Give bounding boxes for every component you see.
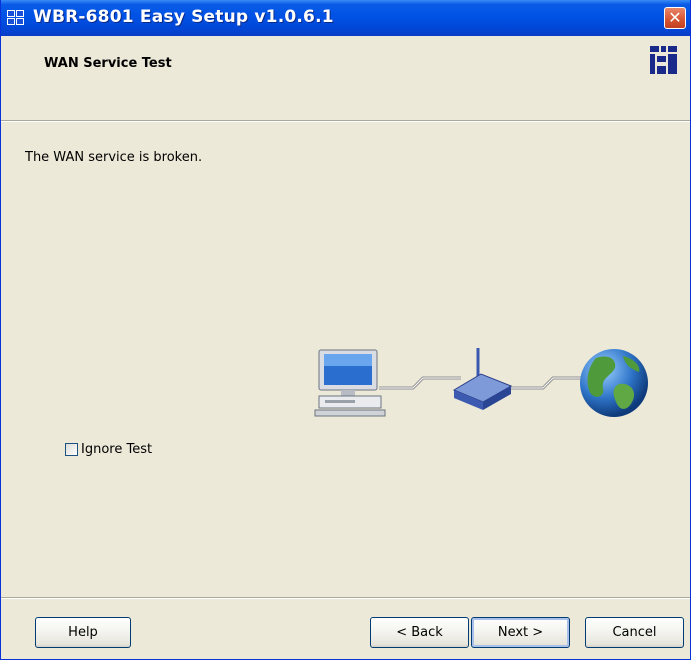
ignore-test-checkbox[interactable]: Ignore Test	[65, 441, 152, 457]
page-title: WAN Service Test	[44, 56, 172, 71]
ignore-test-label[interactable]: Ignore Test	[81, 442, 152, 457]
levelone-logo-icon	[648, 44, 680, 76]
close-button[interactable]: ✕	[664, 7, 686, 29]
cancel-button[interactable]: Cancel	[585, 617, 684, 648]
app-icon	[7, 10, 29, 26]
title-bar[interactable]: WBR-6801 Easy Setup v1.0.6.1 ✕	[1, 0, 690, 36]
back-button[interactable]: < Back	[370, 617, 469, 648]
router-icon	[452, 348, 513, 410]
status-message: The WAN service is broken.	[25, 150, 203, 165]
help-button[interactable]: Help	[35, 617, 131, 648]
cable-right	[511, 376, 587, 390]
setup-window: WBR-6801 Easy Setup v1.0.6.1 ✕ WAN Servi…	[0, 0, 691, 660]
close-icon: ✕	[668, 8, 682, 27]
computer-icon	[314, 349, 386, 417]
cable-left	[379, 376, 461, 390]
ignore-test-checkbox-box[interactable]	[65, 442, 78, 456]
globe-icon	[580, 349, 648, 417]
next-button[interactable]: Next >	[471, 617, 570, 648]
network-diagram	[311, 340, 656, 430]
footer-divider	[1, 597, 690, 599]
window-title: WBR-6801 Easy Setup v1.0.6.1	[33, 7, 334, 27]
header-band: WAN Service Test	[1, 36, 690, 122]
